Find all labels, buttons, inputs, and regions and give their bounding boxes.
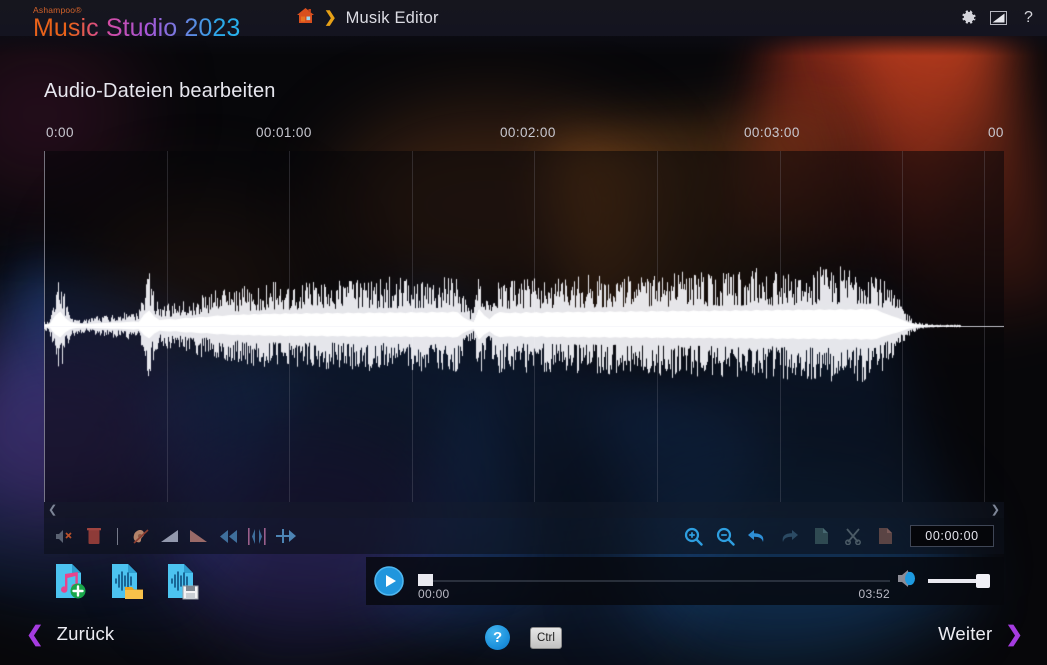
seek-bar[interactable]: 00:00 03:52	[418, 557, 890, 605]
scroll-left-arrow-icon[interactable]: ❮	[48, 505, 57, 516]
volume-slider[interactable]	[928, 574, 990, 588]
theme-skin-icon[interactable]	[990, 10, 1007, 27]
next-button-label: Weiter	[938, 623, 992, 645]
reverse-icon[interactable]	[215, 523, 241, 549]
noise-reduction-icon[interactable]	[128, 523, 154, 549]
help-question-glyph: ?	[1024, 10, 1033, 26]
paste-icon[interactable]	[872, 523, 898, 549]
copy-icon[interactable]	[808, 523, 834, 549]
normalize-icon[interactable]	[244, 523, 270, 549]
ruler-tick-label: 00:02:00	[500, 125, 556, 140]
next-button[interactable]: Weiter ❯	[938, 623, 1023, 645]
play-icon[interactable]	[374, 566, 404, 596]
page-title: Audio-Dateien bearbeiten	[44, 80, 276, 103]
home-icon[interactable]	[296, 7, 315, 29]
bottom-center-group: ? Ctrl	[0, 625, 1047, 650]
bottom-navigation-bar: ❮ Zurück ? Ctrl Weiter ❯	[0, 613, 1047, 665]
cut-icon[interactable]	[840, 523, 866, 549]
selection-time-field[interactable]: 00:00:00	[910, 525, 994, 547]
toolbar-separator	[117, 528, 118, 545]
ctrl-shortcut-key[interactable]: Ctrl	[530, 627, 562, 649]
waveform-center-line	[44, 326, 1004, 327]
file-button-group	[48, 560, 204, 602]
delete-selection-icon[interactable]	[81, 523, 107, 549]
ruler-tick-label: 00:01:00	[256, 125, 312, 140]
waveform-horizontal-scrollbar[interactable]: ❮ ❯	[44, 502, 1004, 518]
ruler-tick-label: 00	[988, 125, 1004, 140]
undo-icon[interactable]	[744, 523, 770, 549]
app-logo: Ashampoo® Music Studio 2023	[33, 6, 240, 41]
open-audio-file-button[interactable]	[104, 560, 148, 602]
breadcrumb-chevron-icon: ❯	[324, 10, 337, 25]
zoom-in-icon[interactable]	[680, 523, 706, 549]
playhead-start-marker	[44, 151, 45, 502]
ruler-tick-label: 0:00	[46, 125, 74, 140]
seek-track[interactable]	[418, 580, 890, 582]
zoom-out-icon[interactable]	[712, 523, 738, 549]
help-button[interactable]: ?	[485, 625, 510, 650]
scrollbar-track[interactable]	[57, 502, 991, 518]
redo-icon[interactable]	[776, 523, 802, 549]
mute-selection-icon[interactable]	[52, 523, 78, 549]
trim-icon[interactable]	[273, 523, 299, 549]
current-time-label: 00:00	[418, 587, 450, 601]
ruler-tick-label: 00:03:00	[744, 125, 800, 140]
waveform-panel[interactable]	[44, 151, 1004, 502]
volume-handle[interactable]	[976, 574, 990, 588]
breadcrumb-label: Musik Editor	[346, 9, 439, 28]
seek-handle[interactable]	[418, 574, 433, 586]
window-icon-group: ?	[960, 0, 1037, 36]
total-time-label: 03:52	[858, 587, 890, 601]
chevron-right-icon: ❯	[1005, 624, 1023, 645]
volume-icon[interactable]	[896, 568, 920, 594]
timeline-ruler[interactable]: 0:00 00:01:00 00:02:00 00:03:00 00	[44, 121, 1004, 151]
musik-editor-window: Ashampoo® Music Studio 2023 ❯ Musik Edit…	[0, 0, 1047, 665]
audio-player: 00:00 03:52	[366, 557, 1004, 605]
add-audio-file-button[interactable]	[48, 560, 92, 602]
settings-gear-icon[interactable]	[960, 10, 977, 27]
scroll-right-arrow-icon[interactable]: ❯	[991, 505, 1000, 516]
breadcrumb: ❯ Musik Editor	[296, 0, 439, 36]
edit-toolbar-right-group: 00:00:00	[680, 523, 1004, 549]
brand-name: Music Studio 2023	[33, 16, 240, 41]
fade-out-icon[interactable]	[186, 523, 212, 549]
fade-in-icon[interactable]	[157, 523, 183, 549]
edit-toolbar: 00:00:00	[44, 518, 1004, 554]
help-question-icon[interactable]: ?	[1020, 10, 1037, 27]
edit-toolbar-left-group	[44, 523, 299, 549]
save-audio-file-button[interactable]	[160, 560, 204, 602]
